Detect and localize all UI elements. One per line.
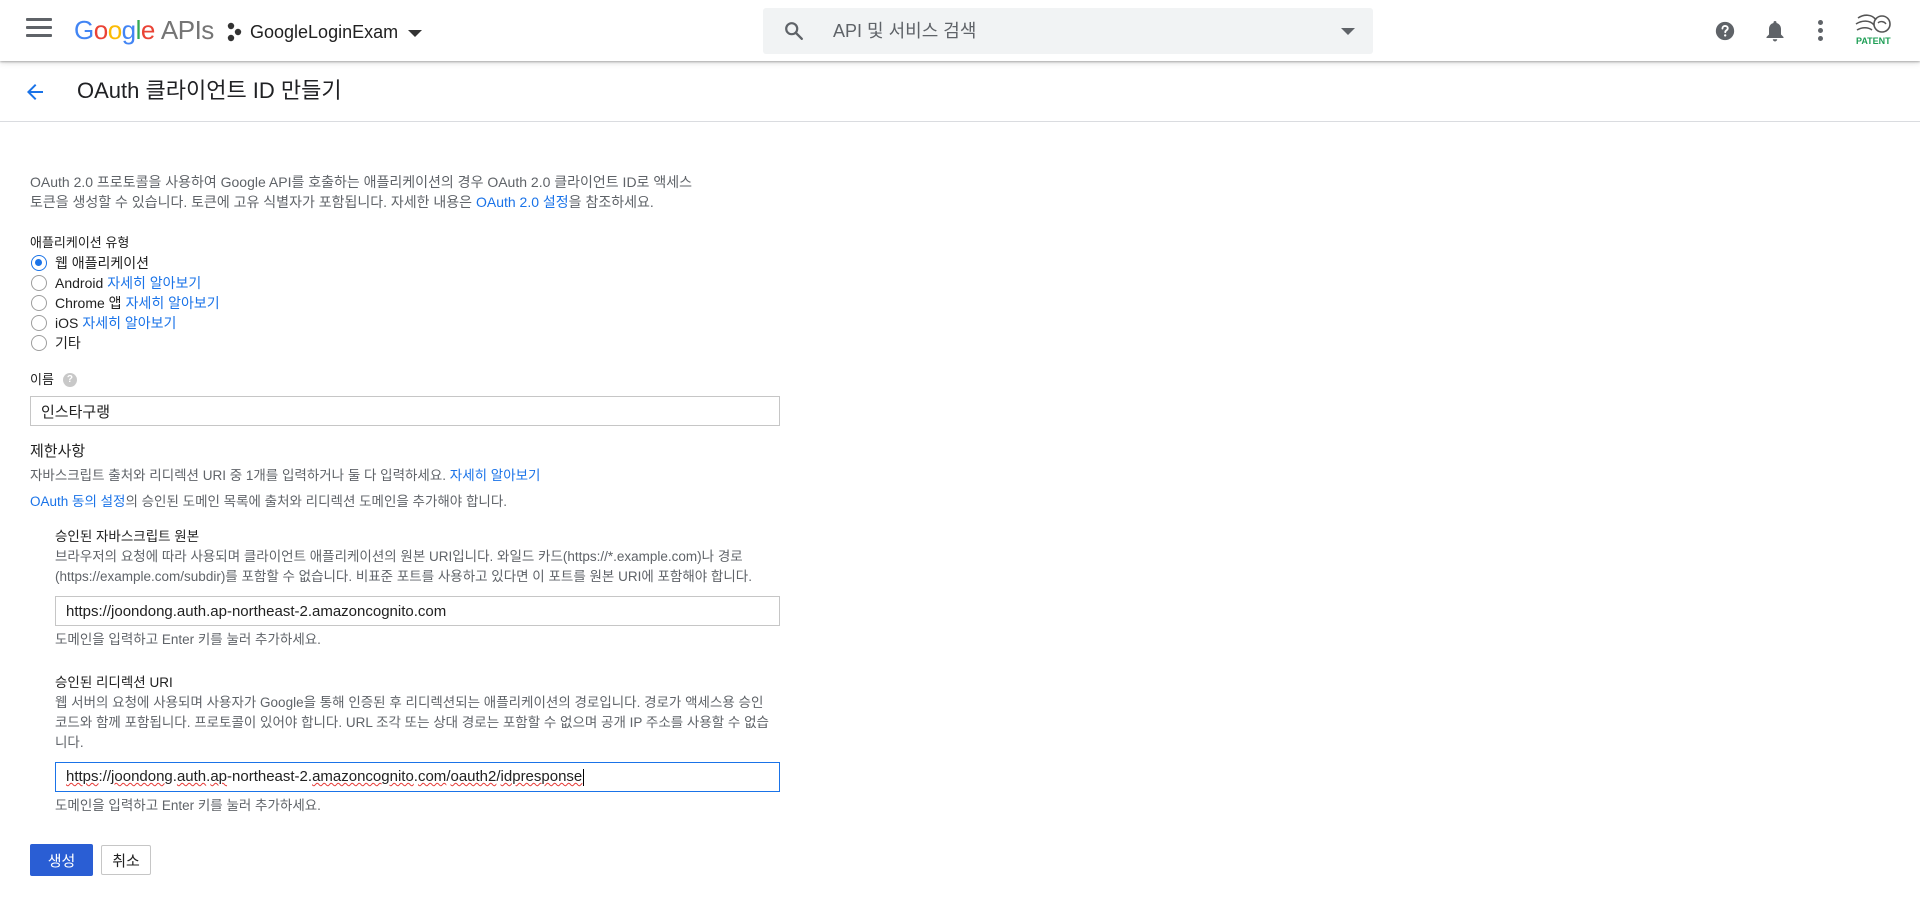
top-app-bar: GoogleAPIs GoogleLoginExam P	[0, 0, 1920, 61]
page-title: OAuth 클라이언트 ID 만들기	[77, 78, 342, 103]
restrictions-learn-more-link[interactable]: 자세히 알아보기	[450, 468, 541, 483]
hamburger-menu-icon[interactable]	[26, 18, 52, 44]
radio-option-web[interactable]: 웹 애플리케이션	[30, 253, 790, 273]
radio-button[interactable]	[31, 335, 47, 351]
redirect-uris-section: 승인된 리디렉션 URI 웹 서버의 요청에 사용되며 사용자가 Google을…	[55, 673, 790, 816]
name-help-icon[interactable]: ?	[62, 373, 77, 387]
google-apis-logo[interactable]: Google APIs	[74, 12, 214, 48]
oauth-client-form: OAuth 2.0 프로토콜을 사용하여 Google API를 호출하는 애플…	[30, 172, 790, 816]
project-name: GoogleLoginExam	[250, 21, 399, 42]
page-header: OAuth 클라이언트 ID 만들기	[0, 61, 1920, 122]
intro-text: OAuth 2.0 프로토콜을 사용하여 Google API를 호출하는 애플…	[30, 174, 692, 210]
create-button[interactable]: 생성	[30, 844, 93, 876]
consent-note: OAuth 동의 설정의 승인된 도메인 목록에 출처와 리디렉션 도메인을 추…	[30, 494, 507, 509]
restrictions-title: 제한사항	[30, 443, 86, 460]
radio-button[interactable]	[31, 295, 47, 311]
radio-option-ios[interactable]: iOS 자세히 알아보기	[30, 313, 790, 333]
search-icon	[785, 22, 803, 40]
radio-button[interactable]	[31, 255, 47, 271]
js-origins-hint: 도메인을 입력하고 Enter 키를 눌러 추가하세요.	[55, 632, 321, 647]
radio-option-other[interactable]: 기타	[30, 333, 790, 353]
js-origins-title: 승인된 자바스크립트 원본	[55, 529, 200, 544]
redirect-uris-hint: 도메인을 입력하고 Enter 키를 눌러 추가하세요.	[55, 798, 321, 813]
chrome-learn-more-link[interactable]: 자세히 알아보기	[126, 293, 220, 313]
help-icon[interactable]	[1714, 20, 1736, 42]
text-cursor	[583, 768, 585, 786]
redirect-uris-description: 웹 서버의 요청에 사용되며 사용자가 Google을 통해 인증된 후 리디렉…	[55, 695, 769, 750]
chevron-down-icon	[408, 30, 423, 37]
radio-button[interactable]	[31, 315, 47, 331]
project-selector[interactable]: GoogleLoginExam	[226, 18, 423, 46]
radio-button[interactable]	[31, 275, 47, 291]
oauth-consent-settings-link[interactable]: OAuth 동의 설정	[30, 494, 125, 509]
project-dots-icon	[227, 22, 242, 42]
js-origins-section: 승인된 자바스크립트 원본 브라우저의 요청에 따라 사용되며 클라이언트 애플…	[55, 527, 790, 650]
android-learn-more-link[interactable]: 자세히 알아보기	[107, 273, 201, 293]
more-vert-icon[interactable]	[1817, 20, 1823, 42]
ios-learn-more-link[interactable]: 자세히 알아보기	[82, 313, 176, 333]
back-arrow-icon[interactable]	[23, 80, 47, 104]
name-input[interactable]	[30, 396, 780, 426]
radio-option-chrome-app[interactable]: Chrome 앱 자세히 알아보기	[30, 293, 790, 313]
restrictions-description: 자바스크립트 출처와 리디렉션 URI 중 1개를 입력하거나 둘 다 입력하세…	[30, 468, 541, 483]
redirect-uris-title: 승인된 리디렉션 URI	[55, 675, 173, 690]
search-dropdown-icon[interactable]	[1341, 28, 1355, 35]
redirect-uri-value: https://joondong.auth.ap-northeast-2.ama…	[66, 768, 583, 785]
radio-option-android[interactable]: Android 자세히 알아보기	[30, 273, 790, 293]
name-label: 이름 ?	[30, 370, 790, 390]
avatar-label: PATENT	[1856, 36, 1891, 46]
js-origin-input[interactable]	[55, 596, 780, 626]
search-bar[interactable]	[763, 8, 1373, 54]
notifications-bell-icon[interactable]	[1764, 19, 1786, 43]
redirect-uri-input[interactable]: https://joondong.auth.ap-northeast-2.ama…	[55, 762, 780, 792]
search-input[interactable]	[831, 8, 1311, 54]
js-origins-description: 브라우저의 요청에 따라 사용되며 클라이언트 애플리케이션의 원본 URI입니…	[55, 549, 752, 584]
oauth-settings-link[interactable]: OAuth 2.0 설정	[476, 194, 569, 210]
application-type-label: 애플리케이션 유형	[30, 235, 130, 250]
cancel-button[interactable]: 취소	[101, 845, 151, 875]
application-type-group: 웹 애플리케이션 Android 자세히 알아보기 Chrome 앱 자세히 알…	[30, 253, 790, 353]
